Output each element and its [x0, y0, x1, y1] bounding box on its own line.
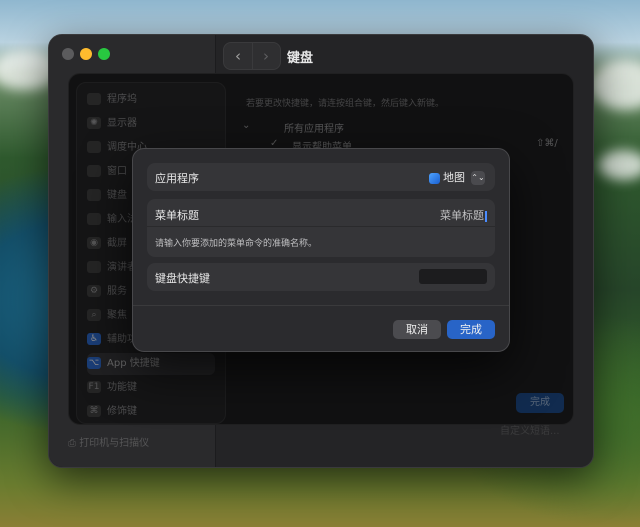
sidebar-item-label: 修饰键 [107, 406, 137, 417]
instruction-text: 若要更改快捷键，请连按组合键，然后键入新键。 [246, 99, 445, 109]
application-value: 地图 [443, 171, 465, 184]
sidebar-item-label: 窗口 [107, 166, 127, 177]
mission-control-icon [87, 141, 101, 153]
sidebar-item-label: 显示器 [107, 118, 137, 129]
sidebar-item-printers[interactable]: ⎙ 打印机与扫描仪 [68, 434, 149, 449]
shortcut-row: 键盘快捷键 [147, 263, 495, 291]
sidebar-item-dock[interactable]: 程序坞 [87, 89, 215, 111]
dock-icon [87, 93, 101, 105]
add-shortcut-dialog: 应用程序 地图 ⌃⌄ 菜单标题 菜单标题 请输入你要添加的菜单命令的准确名称。 键… [132, 148, 510, 352]
shortcut-item-keys: ⇧⌘/ [536, 138, 558, 149]
menu-title-placeholder: 菜单标题 [440, 209, 484, 222]
shortcut-label: 键盘快捷键 [155, 272, 210, 285]
shortcut-recorder-input[interactable] [419, 269, 487, 284]
modifier-keys-icon: ⌘ [87, 405, 101, 417]
chevron-updown-icon: ⌃⌄ [471, 171, 485, 185]
text-caret [485, 210, 487, 222]
application-row: 应用程序 地图 ⌃⌄ [147, 163, 495, 191]
accessibility-icon: ♿ [87, 333, 101, 345]
dialog-divider [133, 305, 509, 306]
custom-phrases-button[interactable]: 自定义短语... [500, 422, 560, 437]
menu-title-label: 菜单标题 [155, 209, 199, 222]
disclosure-chevron-icon[interactable]: ⌄ [242, 120, 250, 131]
function-keys-icon: F1 [87, 381, 101, 393]
maps-app-icon [429, 172, 440, 184]
sidebar-item-function-keys[interactable]: F1 功能键 [87, 377, 215, 399]
sheet-done-button[interactable]: 完成 [516, 393, 564, 413]
sidebar-item-label: 服务 [107, 286, 127, 297]
sidebar-item-label: 功能键 [107, 382, 137, 393]
app-shortcuts-icon: ⌥ [87, 357, 101, 369]
presenter-icon [87, 261, 101, 273]
group-all-apps: 所有应用程序 [284, 124, 344, 135]
sidebar-item-label: 程序坞 [107, 94, 137, 105]
services-icon: ⚙ [87, 285, 101, 297]
spotlight-icon: ⌕ [87, 309, 101, 321]
sidebar-item-modifier-keys[interactable]: ⌘ 修饰键 [87, 401, 215, 423]
sidebar-item-label: 截屏 [107, 238, 127, 249]
sidebar-item-display[interactable]: ✺ 显示器 [87, 113, 215, 135]
done-button[interactable]: 完成 [447, 320, 495, 339]
menu-title-input[interactable]: 菜单标题 [440, 207, 487, 223]
sidebar-item-label: 聚焦 [107, 310, 127, 321]
screenshot-icon: ◉ [87, 237, 101, 249]
printer-icon: ⎙ [68, 438, 80, 449]
window-icon [87, 165, 101, 177]
cancel-button[interactable]: 取消 [393, 320, 441, 339]
input-icon [87, 213, 101, 225]
sidebar-item-label: App 快捷键 [107, 358, 160, 369]
keyboard-icon [87, 189, 101, 201]
sidebar-item-label: 键盘 [107, 190, 127, 201]
display-icon: ✺ [87, 117, 101, 129]
application-label: 应用程序 [155, 172, 199, 185]
menu-title-row: 菜单标题 菜单标题 请输入你要添加的菜单命令的准确名称。 [147, 199, 495, 257]
field-divider [147, 226, 495, 227]
application-popup[interactable]: 地图 ⌃⌄ [429, 169, 485, 185]
sidebar-item-app-shortcuts[interactable]: ⌥ App 快捷键 [87, 353, 215, 375]
sidebar-item-label: 打印机与扫描仪 [79, 438, 150, 449]
menu-title-helper: 请输入你要添加的菜单命令的准确名称。 [155, 239, 318, 249]
